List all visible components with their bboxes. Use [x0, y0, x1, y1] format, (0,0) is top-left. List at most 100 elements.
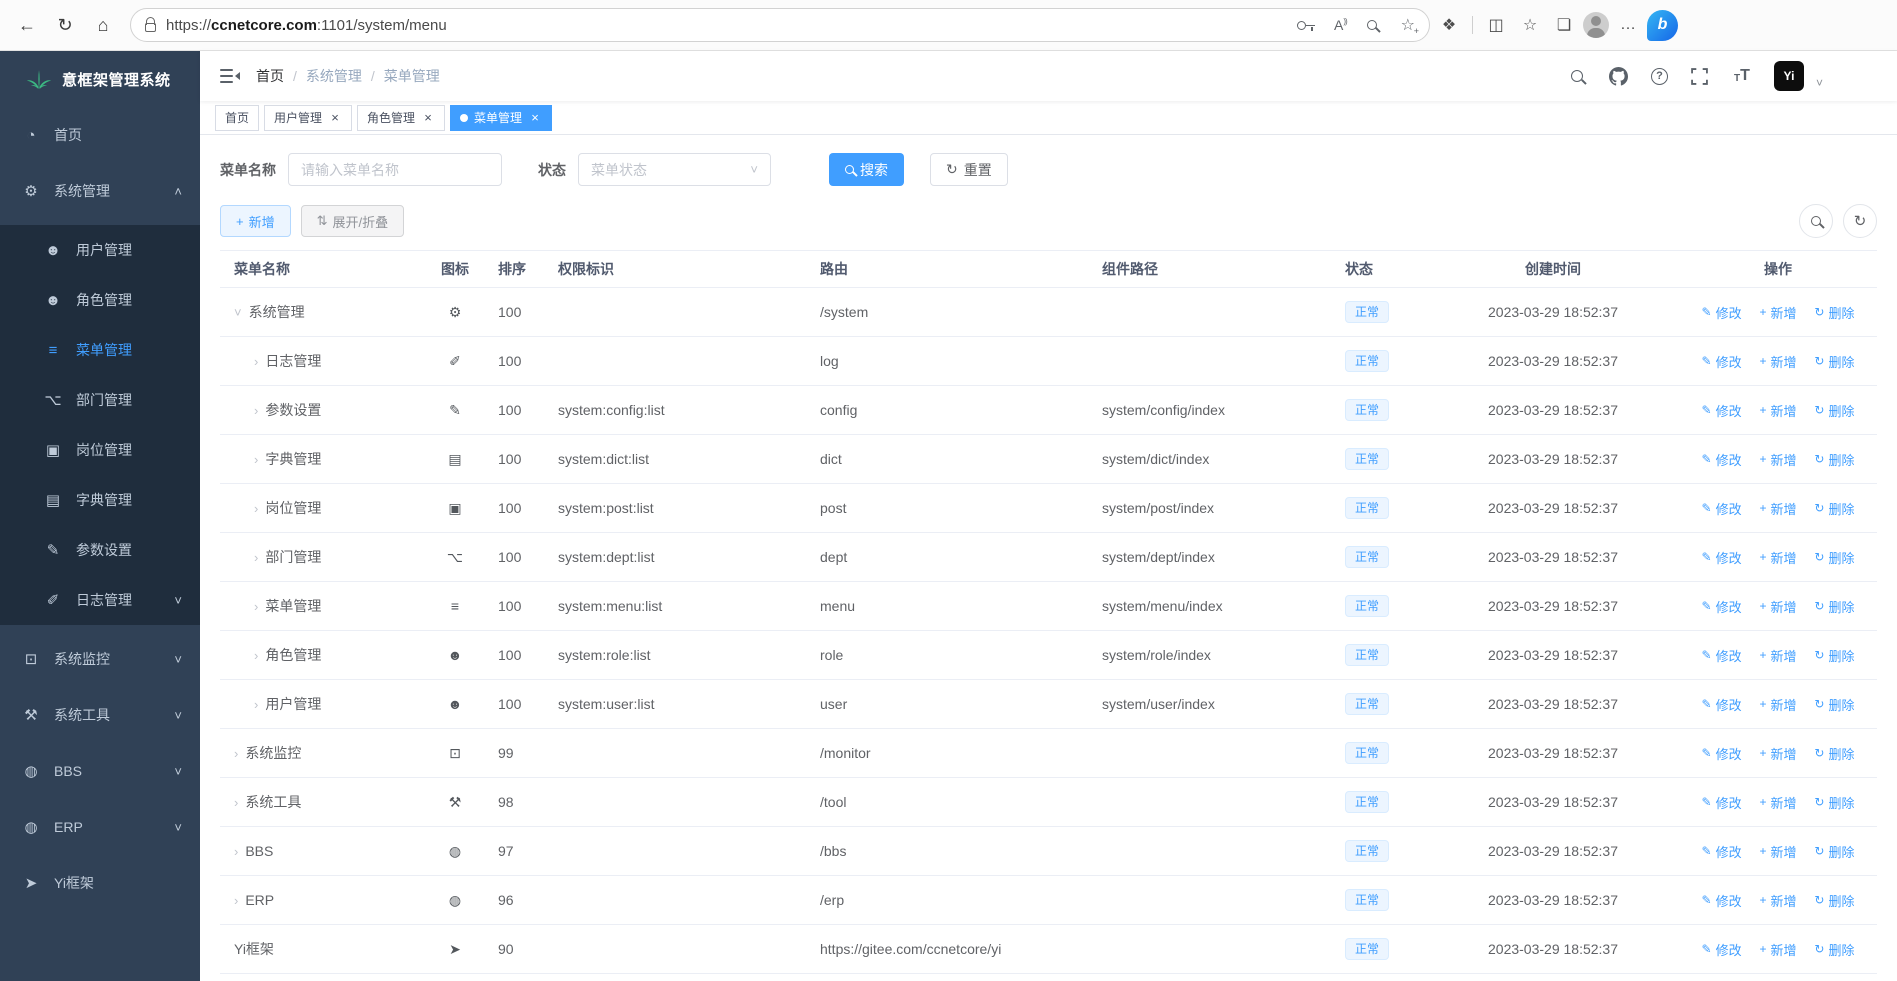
sidebar-item[interactable]: ◔ 首页	[0, 107, 200, 163]
expand-arrow-icon[interactable]: ›	[234, 893, 238, 908]
add-child-link[interactable]: + 新增	[1759, 744, 1796, 763]
add-child-link[interactable]: + 新增	[1759, 891, 1796, 910]
sidebar-item[interactable]: ▤ 字典管理	[0, 475, 200, 525]
font-size-icon[interactable]	[1732, 66, 1752, 86]
reset-button[interactable]: ↻ 重置	[930, 153, 1008, 186]
tab[interactable]: 菜单管理	[450, 104, 553, 131]
edit-link[interactable]: ✎ 修改	[1702, 842, 1742, 861]
expand-arrow-icon[interactable]: ›	[254, 501, 258, 516]
add-child-link[interactable]: + 新增	[1759, 401, 1796, 420]
expand-arrow-icon[interactable]: ›	[254, 648, 258, 663]
delete-link[interactable]: ↻ 删除	[1814, 842, 1854, 861]
edit-link[interactable]: ✎ 修改	[1702, 352, 1742, 371]
add-child-link[interactable]: + 新增	[1759, 597, 1796, 616]
delete-link[interactable]: ↻ 删除	[1814, 450, 1854, 469]
password-icon[interactable]	[1296, 20, 1315, 31]
sidebar-item[interactable]: ≡ 菜单管理	[0, 325, 200, 375]
add-child-link[interactable]: + 新增	[1759, 793, 1796, 812]
zoom-out-icon[interactable]	[1366, 20, 1377, 30]
expand-arrow-icon[interactable]: ›	[234, 844, 238, 859]
show-search-button[interactable]	[1799, 204, 1833, 238]
close-icon[interactable]	[328, 111, 342, 125]
breadcrumb-home[interactable]: 首页	[256, 66, 284, 86]
edit-link[interactable]: ✎ 修改	[1702, 499, 1742, 518]
reload-button[interactable]: ↻	[48, 8, 82, 42]
edit-link[interactable]: ✎ 修改	[1702, 450, 1742, 469]
sidebar-item[interactable]: ⊡ 系统监控 ˅	[0, 631, 200, 687]
expand-arrow-icon[interactable]: ˅	[234, 305, 242, 320]
add-child-link[interactable]: + 新增	[1759, 352, 1796, 371]
back-button[interactable]: ←	[10, 8, 44, 42]
edit-link[interactable]: ✎ 修改	[1702, 646, 1742, 665]
delete-link[interactable]: ↻ 删除	[1814, 891, 1854, 910]
delete-link[interactable]: ↻ 删除	[1814, 548, 1854, 567]
caret-down-icon[interactable]: ˅	[1816, 76, 1823, 90]
add-button[interactable]: + 新增	[220, 205, 291, 237]
menu-name-input[interactable]	[288, 153, 502, 186]
add-child-link[interactable]: + 新增	[1759, 646, 1796, 665]
sidebar-item[interactable]: ✎ 参数设置	[0, 525, 200, 575]
user-logo-avatar[interactable]	[1773, 61, 1804, 91]
profile-avatar[interactable]	[1583, 12, 1609, 38]
expand-arrow-icon[interactable]: ›	[254, 599, 258, 614]
edit-link[interactable]: ✎ 修改	[1702, 793, 1742, 812]
add-child-link[interactable]: + 新增	[1759, 499, 1796, 518]
lock-icon[interactable]	[145, 17, 156, 32]
favorites-icon[interactable]: ☆	[1515, 10, 1545, 40]
sidebar-item[interactable]: ⚒ 系统工具 ˅	[0, 687, 200, 743]
home-button[interactable]: ⌂	[86, 8, 120, 42]
sidebar-item[interactable]: ✐ 日志管理 ˅	[0, 575, 200, 625]
delete-link[interactable]: ↻ 删除	[1814, 352, 1854, 371]
delete-link[interactable]: ↻ 删除	[1814, 744, 1854, 763]
tab[interactable]: 角色管理	[357, 104, 446, 131]
sidebar-item[interactable]: ☻ 用户管理	[0, 225, 200, 275]
edit-link[interactable]: ✎ 修改	[1702, 940, 1742, 959]
add-favorite-icon[interactable]: ☆	[1401, 15, 1420, 36]
app-logo[interactable]: 意框架管理系统	[0, 51, 200, 107]
add-child-link[interactable]: + 新增	[1759, 842, 1796, 861]
expand-arrow-icon[interactable]: ›	[234, 795, 238, 810]
add-child-link[interactable]: + 新增	[1759, 450, 1796, 469]
edit-link[interactable]: ✎ 修改	[1702, 695, 1742, 714]
add-child-link[interactable]: + 新增	[1759, 303, 1796, 322]
expand-arrow-icon[interactable]: ›	[234, 746, 238, 761]
expand-arrow-icon[interactable]: ›	[254, 452, 258, 467]
address-bar[interactable]: https://ccnetcore.com:1101/system/menu A…	[130, 8, 1430, 42]
delete-link[interactable]: ↻ 删除	[1814, 646, 1854, 665]
sidebar-item[interactable]: ▣ 岗位管理	[0, 425, 200, 475]
delete-link[interactable]: ↻ 删除	[1814, 940, 1854, 959]
read-aloud-icon[interactable]: A	[1334, 17, 1347, 33]
delete-link[interactable]: ↻ 删除	[1814, 401, 1854, 420]
delete-link[interactable]: ↻ 删除	[1814, 597, 1854, 616]
refresh-table-button[interactable]: ↻	[1843, 204, 1877, 238]
tab[interactable]: 用户管理	[264, 104, 353, 131]
sidebar-item[interactable]: ⌥ 部门管理	[0, 375, 200, 425]
edit-link[interactable]: ✎ 修改	[1702, 401, 1742, 420]
expand-arrow-icon[interactable]: ›	[254, 403, 258, 418]
sidebar-item[interactable]: ⚙ 系统管理 ˄	[0, 163, 200, 219]
help-icon[interactable]	[1650, 67, 1668, 85]
delete-link[interactable]: ↻ 删除	[1814, 303, 1854, 322]
delete-link[interactable]: ↻ 删除	[1814, 499, 1854, 518]
sidebar-item[interactable]: ☻ 角色管理	[0, 275, 200, 325]
search-button[interactable]: 搜索	[829, 153, 904, 186]
sidebar-collapse-icon[interactable]	[220, 67, 242, 85]
settings-more-icon[interactable]: …	[1613, 10, 1643, 40]
delete-link[interactable]: ↻ 删除	[1814, 793, 1854, 812]
edit-link[interactable]: ✎ 修改	[1702, 303, 1742, 322]
add-child-link[interactable]: + 新增	[1759, 940, 1796, 959]
collections-icon[interactable]: ❏	[1549, 10, 1579, 40]
github-icon[interactable]	[1609, 66, 1629, 86]
expand-arrow-icon[interactable]: ›	[254, 697, 258, 712]
expand-arrow-icon[interactable]: ›	[254, 354, 258, 369]
delete-link[interactable]: ↻ 删除	[1814, 695, 1854, 714]
sidebar-item[interactable]: ◍ BBS ˅	[0, 743, 200, 799]
add-child-link[interactable]: + 新增	[1759, 695, 1796, 714]
sidebar-item[interactable]: ➤ Yi框架	[0, 855, 200, 911]
edit-link[interactable]: ✎ 修改	[1702, 548, 1742, 567]
expand-arrow-icon[interactable]: ›	[254, 550, 258, 565]
tab[interactable]: 首页	[215, 104, 260, 131]
edit-link[interactable]: ✎ 修改	[1702, 891, 1742, 910]
close-icon[interactable]	[421, 111, 435, 125]
search-icon[interactable]	[1567, 66, 1587, 86]
